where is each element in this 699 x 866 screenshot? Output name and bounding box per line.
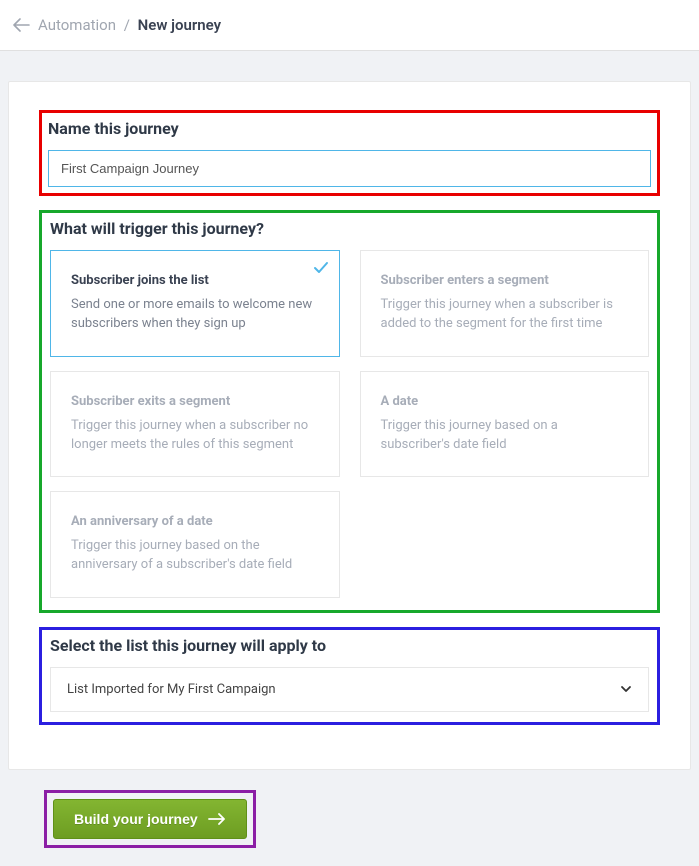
- trigger-option-desc: Trigger this journey when a subscriber n…: [71, 417, 319, 455]
- trigger-option-exits-segment[interactable]: Subscriber exits a segment Trigger this …: [50, 371, 340, 478]
- build-button-highlight: Build your journey: [44, 790, 256, 848]
- list-select[interactable]: List Imported for My First Campaign: [50, 667, 649, 712]
- check-icon: [313, 257, 329, 281]
- back-arrow-icon[interactable]: [12, 18, 30, 32]
- trigger-option-title: An anniversary of a date: [71, 514, 319, 529]
- trigger-option-anniversary[interactable]: An anniversary of a date Trigger this jo…: [50, 491, 340, 598]
- breadcrumb-bar: Automation / New journey: [0, 0, 699, 51]
- list-section-title: Select the list this journey will apply …: [50, 636, 649, 655]
- arrow-right-icon: [208, 813, 226, 825]
- breadcrumb-parent[interactable]: Automation: [38, 16, 116, 34]
- trigger-option-desc: Send one or more emails to welcome new s…: [71, 296, 319, 334]
- name-section-title: Name this journey: [48, 119, 651, 138]
- journey-form-card: Name this journey What will trigger this…: [8, 81, 691, 770]
- trigger-option-desc: Trigger this journey based on the annive…: [71, 537, 319, 575]
- trigger-option-title: Subscriber exits a segment: [71, 394, 319, 409]
- breadcrumb-separator: /: [124, 16, 130, 34]
- trigger-option-title: A date: [381, 394, 629, 409]
- chevron-down-icon: [620, 682, 632, 697]
- trigger-section-title: What will trigger this journey?: [50, 219, 649, 238]
- trigger-option-desc: Trigger this journey when a subscriber i…: [381, 296, 629, 334]
- trigger-section: What will trigger this journey? Subscrib…: [39, 210, 660, 613]
- trigger-option-desc: Trigger this journey based on a subscrib…: [381, 417, 629, 455]
- list-section: Select the list this journey will apply …: [39, 627, 660, 725]
- journey-name-input[interactable]: [48, 150, 651, 187]
- build-journey-button[interactable]: Build your journey: [53, 799, 247, 839]
- breadcrumb-current: New journey: [138, 16, 221, 34]
- name-section: Name this journey: [39, 110, 660, 196]
- breadcrumb: Automation / New journey: [38, 16, 221, 34]
- build-journey-button-label: Build your journey: [74, 811, 198, 827]
- list-select-value: List Imported for My First Campaign: [67, 682, 276, 697]
- trigger-option-a-date[interactable]: A date Trigger this journey based on a s…: [360, 371, 650, 478]
- trigger-option-enters-segment[interactable]: Subscriber enters a segment Trigger this…: [360, 250, 650, 357]
- trigger-option-joins-list[interactable]: Subscriber joins the list Send one or mo…: [50, 250, 340, 357]
- trigger-option-title: Subscriber enters a segment: [381, 273, 629, 288]
- trigger-option-title: Subscriber joins the list: [71, 273, 319, 288]
